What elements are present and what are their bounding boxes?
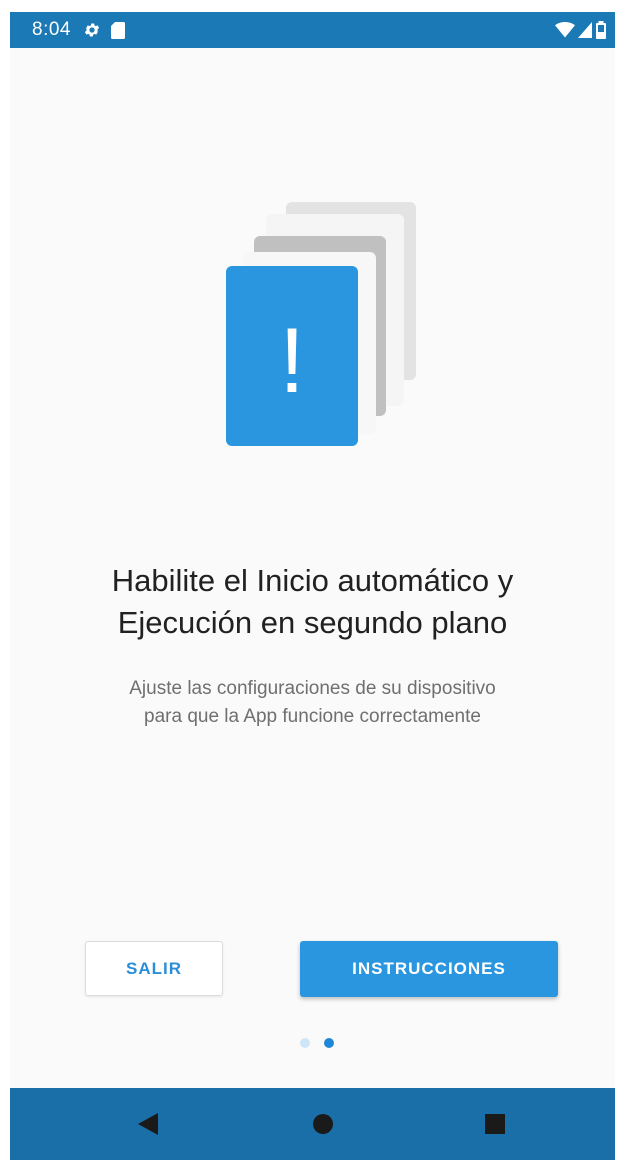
stacked-cards-icon: ! — [226, 202, 416, 446]
subtitle-line-2: para que la App funcione correctamente — [144, 706, 481, 727]
signal-icon — [578, 22, 592, 38]
sd-card-icon — [110, 21, 125, 39]
status-time: 8:04 — [32, 19, 71, 40]
page-subtitle: Ajuste las configuraciones de su disposi… — [10, 675, 615, 731]
page-dot-2-active[interactable] — [324, 1038, 334, 1048]
page-title: Habilite el Inicio automático y Ejecució… — [10, 560, 615, 644]
exclamation-icon: ! — [279, 310, 305, 412]
battery-icon — [595, 21, 607, 39]
alert-cards-illustration: ! — [226, 202, 426, 452]
home-icon[interactable] — [311, 1112, 335, 1136]
exit-button[interactable]: SALIR — [85, 941, 223, 996]
navigation-bar — [10, 1088, 615, 1160]
content-area: ! Habilite el Inicio automático y Ejecuc… — [10, 48, 615, 1088]
recents-icon[interactable] — [483, 1112, 507, 1136]
subtitle-line-1: Ajuste las configuraciones de su disposi… — [129, 678, 496, 699]
page-indicator — [300, 1038, 334, 1048]
wifi-icon — [555, 22, 575, 38]
status-bar: 8:04 — [10, 12, 615, 48]
page-dot-1[interactable] — [300, 1038, 310, 1048]
back-icon[interactable] — [136, 1112, 160, 1136]
gear-icon — [83, 21, 101, 39]
title-line-2: Ejecución en segundo plano — [117, 605, 508, 640]
title-line-1: Habilite el Inicio automático y — [111, 563, 514, 598]
instructions-button[interactable]: INSTRUCCIONES — [300, 941, 558, 997]
